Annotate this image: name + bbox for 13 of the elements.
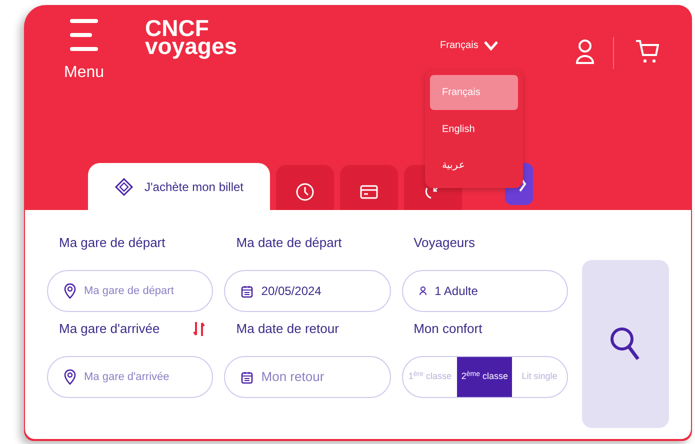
placeholder-text: Mon retour bbox=[261, 368, 324, 386]
menu-label: Menu bbox=[64, 63, 104, 83]
field-label: Ma gare de départ bbox=[58, 234, 166, 252]
logo-text: CNCF bbox=[145, 18, 210, 38]
field-value: 20/05/2024 bbox=[261, 283, 322, 300]
field-label: Ma gare d'arrivée bbox=[58, 320, 160, 338]
field-label: Ma date de retour bbox=[235, 320, 339, 338]
field-label: Mon confort bbox=[412, 320, 482, 338]
placeholder-text: Ma gare de départ bbox=[84, 284, 174, 299]
field-label: Ma date de départ bbox=[235, 234, 342, 252]
field-value: 1 Adulte bbox=[434, 283, 478, 300]
placeholder-text: Ma gare d'arrivée bbox=[84, 370, 170, 385]
field-label: Voyageurs bbox=[412, 234, 475, 252]
